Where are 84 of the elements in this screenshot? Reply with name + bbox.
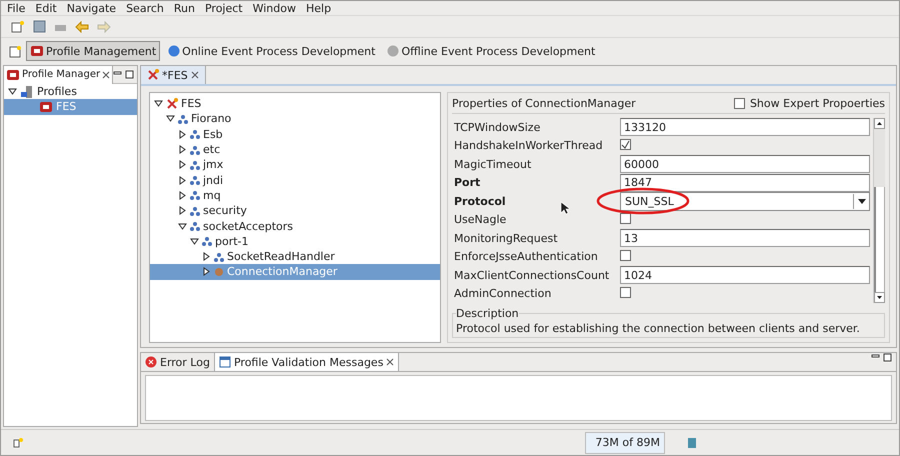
checkbox[interactable]	[620, 212, 631, 224]
tree-item[interactable]: port-1	[150, 234, 440, 249]
scrollbar-thumb[interactable]	[874, 186, 885, 292]
property-label: EnforceJsseAuthentication	[454, 250, 598, 264]
menu-item[interactable]: Help	[302, 2, 338, 14]
tree-item[interactable]: etc	[150, 142, 440, 158]
node-icon	[190, 144, 200, 155]
node-icon	[178, 114, 188, 124]
input-field[interactable]: 1847	[620, 174, 870, 192]
property-label: MagicTimeout	[454, 158, 532, 171]
perspective-tab[interactable]: Online Event Process Development	[164, 41, 380, 61]
property-label: AdminConnection	[454, 287, 552, 300]
tree-item[interactable]: Esb	[150, 126, 440, 142]
properties-title: Properties of ConnectionManager	[452, 97, 636, 110]
menu-item[interactable]: Edit	[31, 2, 63, 14]
checkbox[interactable]	[734, 98, 745, 110]
close-icon[interactable]	[190, 71, 199, 79]
mouse-pointer-icon	[560, 200, 570, 215]
input-field[interactable]: 13	[620, 229, 870, 248]
maximize-icon[interactable]	[125, 70, 134, 79]
profile-icon	[30, 44, 44, 58]
property-label: MonitoringRequest	[454, 232, 558, 245]
checkbox[interactable]	[620, 286, 631, 298]
node-icon	[214, 252, 224, 262]
expanded-arrow-icon	[8, 87, 17, 96]
tree-item[interactable]: mq	[150, 188, 440, 204]
tree-item[interactable]: jmx	[150, 157, 440, 172]
profile-icon	[39, 100, 53, 114]
window-icon	[218, 356, 231, 368]
perspective-tab[interactable]: Offline Event Process Development	[383, 41, 600, 61]
maximize-icon[interactable]	[883, 353, 892, 362]
checkbox-label: Show Expert Propoerties	[750, 97, 885, 110]
tree-item[interactable]: jndi	[150, 172, 440, 188]
menu-item[interactable]: Run	[170, 2, 201, 14]
property-label: Protocol	[454, 194, 506, 208]
tools-icon	[147, 69, 159, 81]
tools-icon	[166, 98, 178, 110]
view-tab[interactable]: Profile Validation Messages	[214, 353, 400, 371]
tree-item[interactable]: Profiles	[4, 84, 137, 100]
node-icon	[190, 129, 200, 140]
close-icon[interactable]	[102, 70, 110, 78]
input-field[interactable]: 60000	[620, 155, 870, 174]
node-icon	[190, 221, 200, 232]
description-text: Protocol used for establishing the connection between clients and server.	[456, 322, 860, 335]
bean-icon	[214, 266, 224, 277]
menu-item[interactable]: Project	[200, 2, 249, 14]
computer-icon	[20, 84, 34, 99]
checkbox[interactable]	[620, 139, 631, 150]
property-label: UseNagle	[454, 213, 506, 226]
node-icon	[190, 206, 200, 216]
check-icon	[621, 140, 630, 150]
node-icon	[190, 160, 200, 170]
fast-view-icon[interactable]	[13, 437, 24, 448]
node-icon	[190, 190, 200, 200]
scroll-down-icon[interactable]	[874, 292, 885, 303]
caret-icon	[858, 198, 866, 204]
property-label: HandshakeInWorkerThread	[454, 139, 603, 152]
tree-item[interactable]: FES	[150, 96, 440, 112]
back-arrow-icon[interactable]	[75, 20, 89, 32]
menu-item[interactable]: Navigate	[62, 2, 122, 14]
tree-item[interactable]: socketAcceptors	[150, 218, 440, 234]
property-label: MaxClientConnectionsCount	[454, 268, 610, 282]
tree-item[interactable]: Fiorano	[150, 111, 440, 127]
dropdown[interactable]: SUN_SSL	[620, 192, 870, 211]
error-icon	[145, 356, 157, 368]
close-icon[interactable]	[386, 358, 394, 366]
tree-item[interactable]: SocketReadHandler	[150, 248, 440, 264]
menu-item[interactable]: Window	[248, 2, 302, 14]
node-icon	[190, 175, 200, 186]
property-label: TCPWindowSize	[454, 120, 540, 134]
input-field[interactable]: 1024	[620, 266, 870, 284]
menu-item[interactable]: File	[3, 2, 32, 14]
perspective-tab[interactable]: Profile Management	[26, 41, 160, 61]
property-label: Port	[454, 176, 480, 190]
node-icon	[202, 236, 212, 246]
scroll-up-icon[interactable]	[874, 118, 885, 129]
tree-item[interactable]: security	[150, 203, 440, 218]
input-field[interactable]: 133120	[620, 118, 870, 136]
checkbox[interactable]	[620, 250, 631, 261]
memory-indicator: 73M of 89M	[585, 432, 665, 454]
menu-item[interactable]: Search	[122, 2, 170, 14]
description-title: Description	[456, 307, 519, 320]
open-perspective-icon[interactable]	[9, 44, 22, 58]
new-icon[interactable]	[11, 20, 25, 33]
